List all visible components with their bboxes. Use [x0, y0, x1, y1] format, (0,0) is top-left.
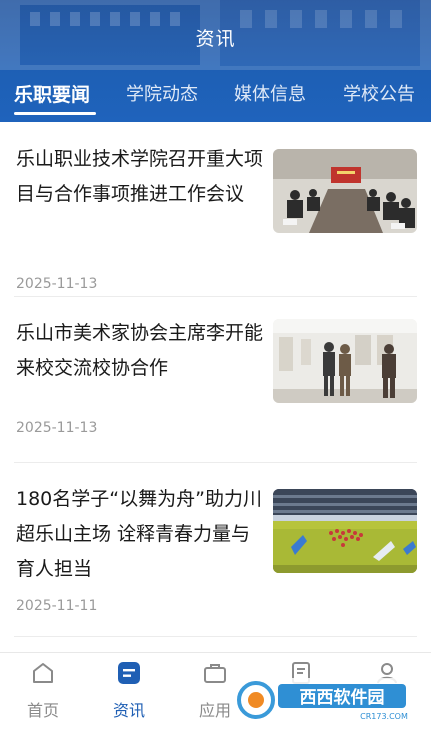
- watermark-subtext: CR173.COM: [360, 712, 408, 721]
- news-date: 2025-11-11: [16, 598, 98, 614]
- news-title: 乐山职业技术学院召开重大项目与合作事项推进工作会议: [16, 148, 264, 205]
- home-icon: [33, 663, 53, 683]
- news-title: 乐山市美术家协会主席李开能来校交流校协合作: [16, 322, 264, 379]
- nav-news[interactable]: 资讯: [86, 653, 172, 730]
- header-banner: 资讯 乐职要闻 学院动态 媒体信息 学校公告: [0, 0, 431, 122]
- news-item[interactable]: 乐山市美术家协会主席李开能来校交流校协合作 2025-11-13: [16, 316, 417, 446]
- news-icon: [118, 662, 140, 684]
- news-date: 2025-11-13: [16, 276, 98, 292]
- gallery-photo: [273, 319, 417, 403]
- list-divider: [14, 296, 417, 297]
- nav-home[interactable]: 首页: [0, 653, 86, 730]
- tab-school-notices[interactable]: 学校公告: [343, 80, 415, 106]
- nav-label-home: 首页: [26, 701, 59, 720]
- briefcase-icon: [204, 664, 226, 683]
- tab-college-updates[interactable]: 学院动态: [126, 80, 198, 106]
- stadium-photo: [273, 489, 417, 573]
- news-item[interactable]: 180名学子“以舞为舟”助力川超乐山主场 诠释青春力量与育人担当 2025-11…: [16, 482, 417, 622]
- nav-label-news: 资讯: [112, 701, 145, 720]
- xixi-watermark-logo: 西西软件园 CR173.COM: [234, 678, 412, 722]
- category-tabs: 乐职要闻 学院动态 媒体信息 学校公告: [0, 80, 431, 110]
- news-title: 180名学子“以舞为舟”助力川超乐山主场 诠释青春力量与育人担当: [16, 488, 262, 580]
- list-divider: [14, 462, 417, 463]
- tab-media-info[interactable]: 媒体信息: [234, 80, 306, 106]
- news-date: 2025-11-13: [16, 420, 98, 436]
- tab-lezhi-news[interactable]: 乐职要闻: [14, 80, 90, 107]
- news-item[interactable]: 乐山职业技术学院召开重大项目与合作事项推进工作会议 2025-11-13: [16, 142, 417, 292]
- active-tab-indicator: [14, 112, 96, 115]
- meeting-photo: [273, 149, 417, 233]
- list-divider: [14, 636, 417, 637]
- page-title: 资讯: [195, 28, 236, 50]
- watermark-text: 西西软件园: [300, 687, 385, 708]
